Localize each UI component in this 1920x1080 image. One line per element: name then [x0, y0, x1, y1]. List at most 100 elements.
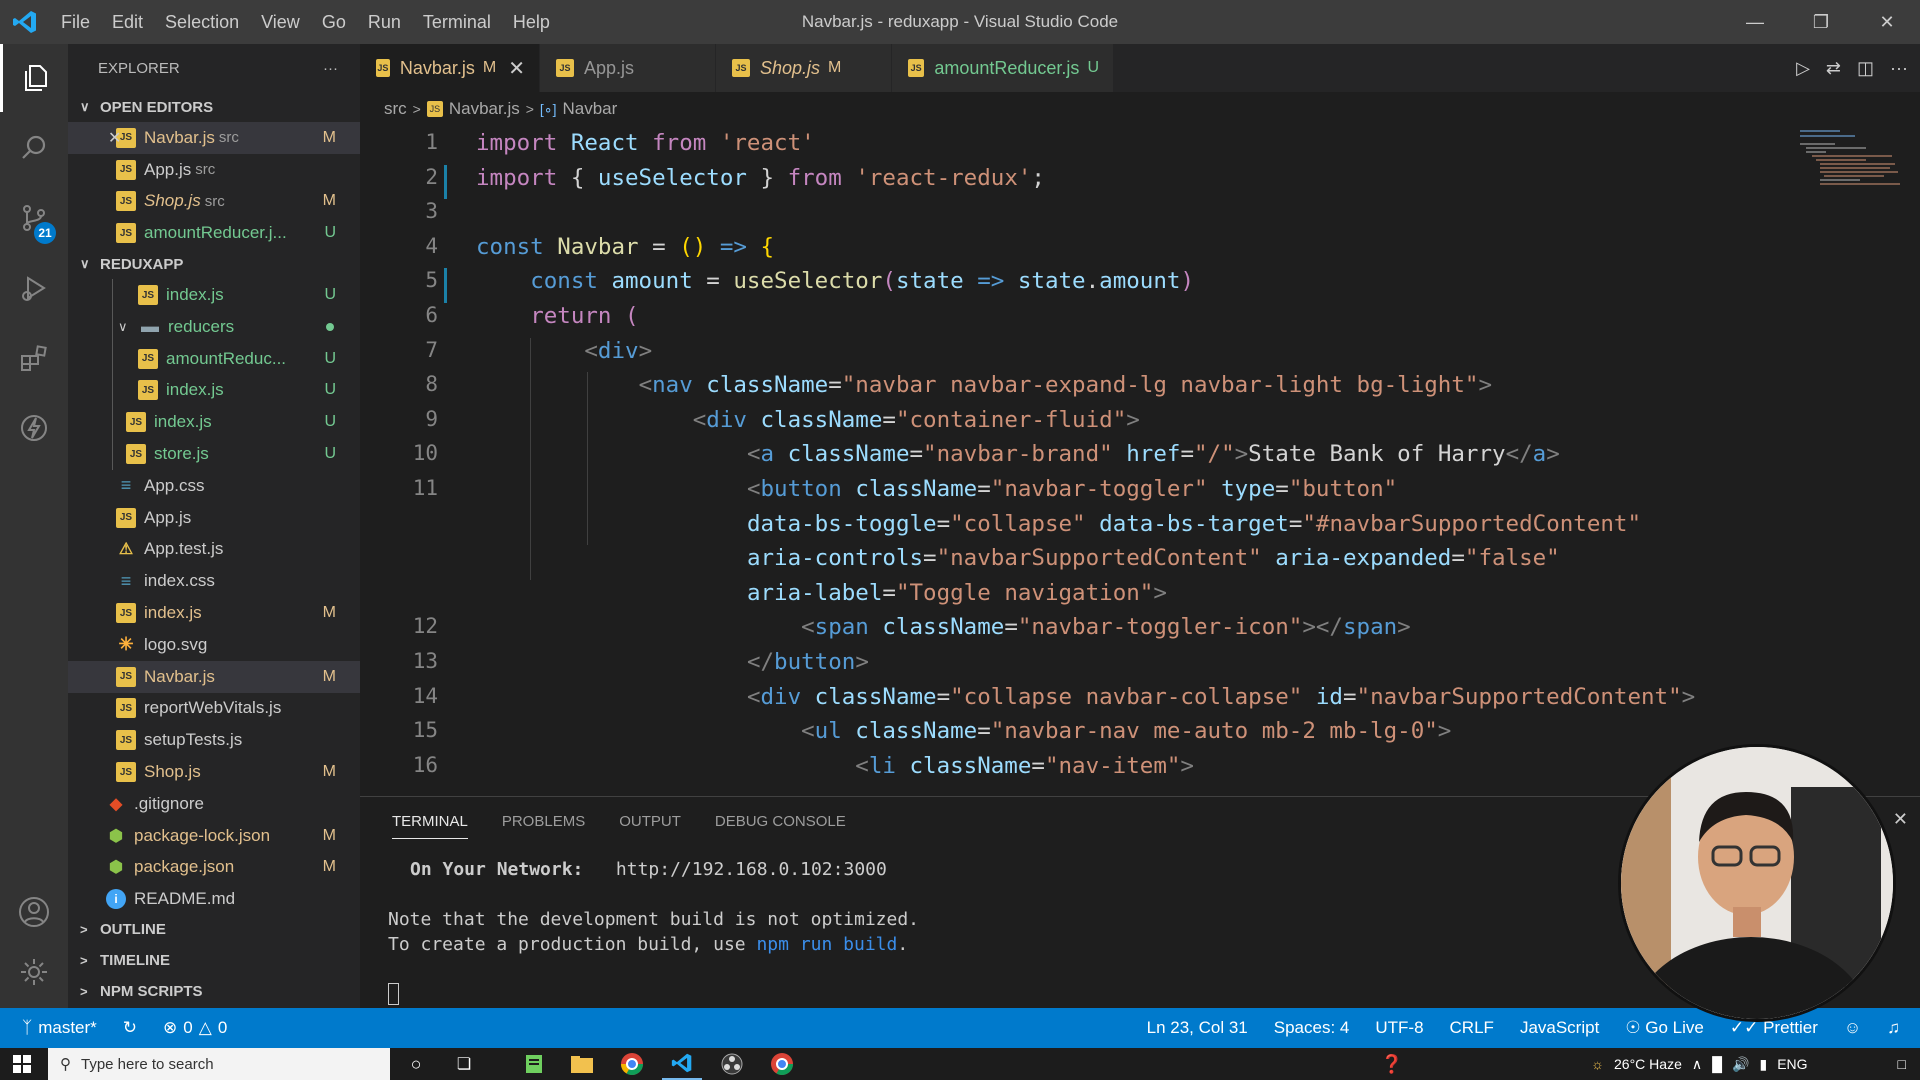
code-line[interactable]: <li className="nav-item">	[476, 753, 1194, 779]
close-tab-icon[interactable]: ✕	[508, 56, 525, 81]
run-icon[interactable]: ▷	[1796, 58, 1810, 79]
code-line[interactable]: <span className="navbar-toggler-icon"></…	[476, 614, 1411, 640]
file-item[interactable]: JS setupTests.js	[68, 724, 360, 756]
code-line[interactable]: </button>	[476, 649, 869, 675]
file-item[interactable]: i README.md	[68, 883, 360, 915]
search-icon[interactable]	[0, 114, 68, 182]
file-item[interactable]: JS App.js	[68, 502, 360, 534]
breadcrumb-file[interactable]: Navbar.js	[449, 99, 520, 119]
indentation[interactable]: Spaces: 4	[1274, 1018, 1350, 1038]
more-actions-icon[interactable]: ···	[1890, 58, 1908, 79]
close-icon[interactable]: ✕	[108, 128, 121, 148]
code-line[interactable]: aria-controls="navbarSupportedContent" a…	[476, 545, 1560, 571]
cortana-icon[interactable]: ○	[396, 1048, 436, 1080]
code-line[interactable]: <nav className="navbar navbar-expand-lg …	[476, 372, 1492, 398]
tab-debug-console[interactable]: DEBUG CONSOLE	[715, 813, 846, 830]
restore-icon[interactable]: ❐	[1788, 0, 1854, 44]
code-line[interactable]: <div>	[476, 338, 652, 364]
help-icon[interactable]: ❓	[1372, 1048, 1412, 1080]
notifications-bell-icon[interactable]: ♫	[1887, 1018, 1900, 1038]
encoding[interactable]: UTF-8	[1375, 1018, 1423, 1038]
menu-help[interactable]: Help	[502, 0, 561, 44]
explorer-icon[interactable]	[0, 44, 68, 112]
menu-selection[interactable]: Selection	[154, 0, 250, 44]
file-item[interactable]: ⚠ App.test.js	[68, 534, 360, 566]
volume-icon[interactable]: 🔊	[1732, 1056, 1749, 1073]
taskbar-search[interactable]: ⚲ Type here to search	[48, 1048, 390, 1080]
obs-icon[interactable]	[712, 1048, 752, 1080]
menu-go[interactable]: Go	[311, 0, 357, 44]
notepad-icon[interactable]	[514, 1048, 554, 1080]
outline-section[interactable]: > OUTLINE	[68, 914, 360, 945]
editor-tab[interactable]: JS amountReducer.js U	[892, 44, 1114, 92]
file-item[interactable]: JS index.js U	[68, 279, 360, 311]
windows-start-icon[interactable]	[2, 1048, 42, 1080]
file-item[interactable]: ≡ index.css	[68, 565, 360, 597]
file-item[interactable]: JS Navbar.js M	[68, 660, 360, 693]
code-line[interactable]: <div className="container-fluid">	[476, 407, 1140, 433]
tab-terminal[interactable]: TERMINAL	[392, 804, 468, 839]
error-count[interactable]: 0	[183, 1018, 192, 1038]
code-editor[interactable]: 1 import React from 'react' 2 import { useS…	[360, 126, 1920, 796]
task-view-icon[interactable]: ❏	[444, 1048, 484, 1080]
file-item[interactable]: JS index.js U	[68, 374, 360, 407]
go-live[interactable]: ☉ Go Live	[1625, 1018, 1704, 1038]
vscode-taskbar-icon[interactable]	[662, 1048, 702, 1080]
project-section[interactable]: ∨ REDUXAPP	[68, 249, 360, 279]
file-item[interactable]: JS index.js U	[68, 406, 360, 439]
source-control-icon[interactable]: 21	[0, 184, 68, 252]
account-icon[interactable]	[0, 878, 68, 946]
npm-scripts-section[interactable]: > NPM SCRIPTS	[68, 976, 360, 1007]
code-line[interactable]: <a className="navbar-brand" href="/">Sta…	[476, 441, 1560, 467]
open-editor-item[interactable]: JS App.js src	[68, 154, 360, 186]
action-center-icon[interactable]: □	[1898, 1056, 1906, 1072]
warning-count[interactable]: 0	[218, 1018, 227, 1038]
compare-changes-icon[interactable]: ⇄	[1826, 58, 1841, 79]
file-item[interactable]: ✳ logo.svg	[68, 629, 360, 661]
menu-run[interactable]: Run	[357, 0, 412, 44]
code-line[interactable]: const Navbar = () => {	[476, 234, 774, 260]
sync-icon[interactable]: ↻	[123, 1018, 137, 1038]
code-line[interactable]: const amount = useSelector(state => stat…	[476, 268, 1194, 294]
settings-gear-icon[interactable]	[0, 938, 68, 1006]
breadcrumb-symbol[interactable]: Navbar	[562, 99, 617, 119]
file-item[interactable]: JS amountReduc... U	[68, 342, 360, 375]
code-line[interactable]: aria-label="Toggle navigation">	[476, 580, 1167, 606]
feedback-icon[interactable]: ☺	[1844, 1018, 1861, 1038]
editor-tab[interactable]: JS Navbar.js M ✕	[360, 44, 540, 92]
file-item[interactable]: ⬢ package.json M	[68, 852, 360, 884]
close-window-icon[interactable]: ✕	[1854, 0, 1920, 44]
open-editor-item[interactable]: JS amountReducer.j... U	[68, 217, 360, 249]
file-item[interactable]: ◆ .gitignore	[68, 788, 360, 820]
file-item[interactable]: ≡ App.css	[68, 470, 360, 502]
open-editor-item[interactable]: ✕ JS Navbar.js src M	[68, 122, 360, 154]
terminal-cursor[interactable]	[388, 983, 399, 1005]
battery-icon[interactable]: ▮	[1759, 1056, 1767, 1073]
code-line[interactable]: import React from 'react'	[476, 130, 815, 156]
breadcrumb-folder[interactable]: src	[384, 99, 407, 119]
menu-file[interactable]: File	[50, 0, 101, 44]
language-indicator[interactable]: ENG	[1777, 1056, 1807, 1072]
timeline-section[interactable]: > TIMELINE	[68, 945, 360, 976]
editor-tab[interactable]: JS Shop.js M	[716, 44, 892, 92]
network-icon[interactable]: █	[1712, 1056, 1722, 1072]
file-explorer-icon[interactable]	[562, 1048, 602, 1080]
file-item[interactable]: JS store.js U	[68, 438, 360, 470]
language-mode[interactable]: JavaScript	[1520, 1018, 1599, 1038]
file-item[interactable]: JS reportWebVitals.js	[68, 693, 360, 725]
minimize-icon[interactable]: —	[1722, 0, 1788, 44]
line-ending[interactable]: CRLF	[1450, 1018, 1494, 1038]
close-panel-icon[interactable]: ✕	[1893, 809, 1908, 830]
menu-edit[interactable]: Edit	[101, 0, 154, 44]
tab-output[interactable]: OUTPUT	[619, 813, 681, 830]
code-line[interactable]: return (	[476, 303, 638, 329]
extensions-icon[interactable]	[0, 324, 68, 392]
file-item[interactable]: JS Shop.js M	[68, 756, 360, 788]
run-debug-icon[interactable]	[0, 254, 68, 322]
code-line[interactable]: <div className="collapse navbar-collapse…	[476, 684, 1695, 710]
open-editors-section[interactable]: ∨ OPEN EDITORS	[68, 92, 360, 122]
code-line[interactable]: <ul className="navbar-nav me-auto mb-2 m…	[476, 718, 1451, 744]
folder-item[interactable]: ∨ ▬ reducers	[68, 310, 360, 343]
split-editor-icon[interactable]: ◫	[1857, 58, 1874, 79]
menu-view[interactable]: View	[250, 0, 311, 44]
